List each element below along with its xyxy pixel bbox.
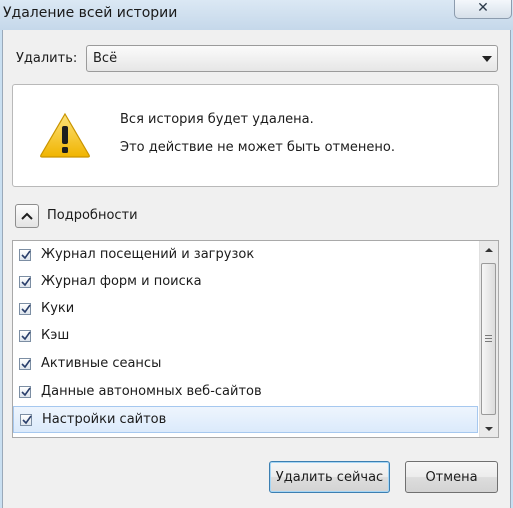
warning-panel: Вся история будет удалена. Это действие …: [12, 84, 499, 187]
delete-range-value: Всё: [93, 51, 118, 66]
check-icon: [21, 331, 31, 340]
history-items-list[interactable]: Журнал посещений и загрузок Журнал форм …: [12, 240, 499, 438]
scroll-thumb[interactable]: [481, 263, 496, 415]
warning-submessage: Это действие не может быть отменено.: [120, 140, 395, 155]
checkbox[interactable]: [19, 302, 31, 315]
check-icon: [21, 359, 31, 368]
delete-now-button[interactable]: Удалить сейчас: [269, 461, 390, 493]
window-title: Удаление всей истории: [3, 5, 178, 21]
warning-message: Вся история будет удалена.: [120, 112, 314, 127]
scroll-up-icon: [485, 247, 493, 252]
list-item-selected[interactable]: Настройки сайтов: [13, 406, 478, 433]
close-button[interactable]: ✕: [454, 0, 512, 19]
grip-icon: [485, 335, 492, 344]
list-item[interactable]: Данные автономных веб-сайтов: [13, 378, 478, 405]
list-item[interactable]: Активные сеансы: [13, 350, 478, 377]
list-item-label: Настройки сайтов: [42, 412, 167, 427]
check-icon: [21, 387, 31, 396]
checkbox[interactable]: [19, 275, 31, 288]
cancel-button[interactable]: Отмена: [405, 461, 498, 493]
list-item-label: Кэш: [41, 328, 70, 343]
check-icon: [21, 250, 31, 259]
list-item[interactable]: Журнал посещений и загрузок: [13, 241, 478, 268]
checkbox[interactable]: [19, 329, 31, 342]
list-item-label: Активные сеансы: [41, 356, 162, 371]
close-icon: ✕: [477, 0, 489, 16]
list-item[interactable]: Журнал форм и поиска: [13, 268, 478, 295]
warning-icon: [40, 112, 90, 158]
list-item-label: Куки: [41, 301, 75, 316]
chevron-up-icon: [21, 212, 33, 220]
details-toggle-button[interactable]: [15, 204, 39, 228]
list-item-label: Журнал посещений и загрузок: [41, 247, 255, 262]
list-scrollbar[interactable]: [479, 241, 498, 437]
check-icon: [21, 304, 31, 313]
checkbox[interactable]: [20, 413, 32, 426]
chevron-down-icon: [482, 56, 492, 62]
delete-range-select[interactable]: Всё: [86, 45, 498, 72]
delete-range-label: Удалить:: [16, 51, 78, 66]
list-item-label: Данные автономных веб-сайтов: [41, 384, 262, 399]
scroll-down-icon: [485, 426, 493, 431]
check-icon: [21, 277, 31, 286]
checkbox[interactable]: [19, 248, 31, 261]
list-item[interactable]: Куки: [13, 295, 478, 322]
list-item[interactable]: Кэш: [13, 322, 478, 349]
title-bar[interactable]: Удаление всей истории ✕: [0, 0, 513, 30]
scroll-up-button[interactable]: [480, 241, 498, 258]
list-item-label: Журнал форм и поиска: [41, 274, 202, 289]
check-icon: [22, 415, 32, 424]
scroll-down-button[interactable]: [480, 420, 498, 437]
checkbox[interactable]: [19, 357, 31, 370]
checkbox[interactable]: [19, 385, 31, 398]
details-label: Подробности: [47, 208, 138, 223]
